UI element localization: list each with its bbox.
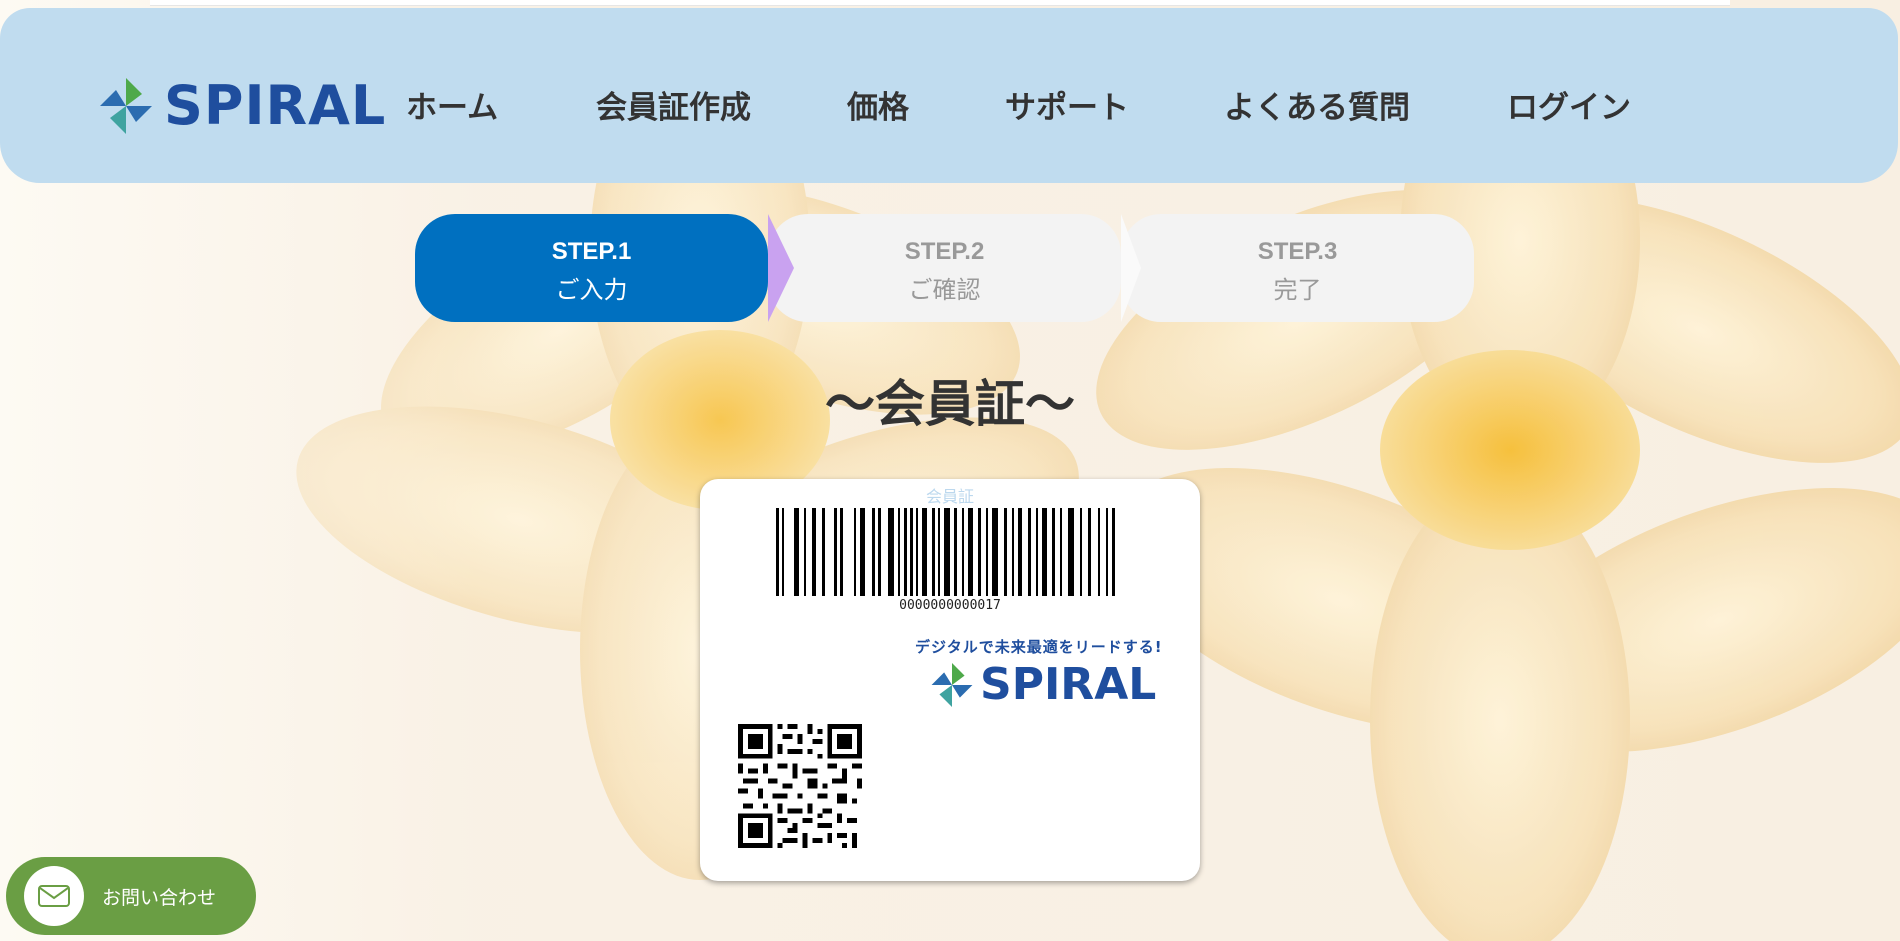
step-3-label: STEP.3 [1257,238,1338,265]
step-arrow-2 [1121,214,1141,322]
site-header: SPIRAL ホーム 会員証作成 価格 サポート よくある質問 ログイン [0,8,1898,183]
barcode [776,508,1115,596]
page-title: ～会員証～ [825,375,1075,433]
nav-create-card[interactable]: 会員証作成 [596,82,751,127]
step-2-label: STEP.2 [904,238,985,265]
step-1: STEP.1 ご入力 [415,214,768,322]
card-tagline: デジタルで未来最適をリードする! [915,638,1163,656]
contact-label: お問い合わせ [102,886,217,909]
nav-pricing[interactable]: 価格 [847,82,909,127]
step-arrow-1 [768,214,794,322]
card-logo: SPIRAL [930,661,1156,709]
nav-login[interactable]: ログイン [1507,82,1631,127]
contact-button[interactable]: お問い合わせ [6,857,256,935]
contact-icon-circle [24,866,84,926]
card-logo-text: SPIRAL [980,659,1157,710]
step-3: STEP.3 完了 [1121,214,1474,322]
step-2: STEP.2 ご確認 [768,214,1121,322]
spiral-logo-icon [931,663,973,707]
nav-faq[interactable]: よくある質問 [1224,82,1410,127]
main-nav: ホーム 会員証作成 価格 サポート よくある質問 ログイン [0,82,1900,132]
top-border [150,0,1730,6]
membership-card: 会員証 0000000000017 デジタルで未来最適をリードする! SPIRA… [700,479,1200,881]
step-1-label: STEP.1 [551,238,632,265]
barcode-number: 0000000000017 [899,598,1001,613]
step-1-sub: ご入力 [555,277,628,304]
nav-home[interactable]: ホーム [406,82,498,127]
qr-code [738,724,862,848]
nav-support[interactable]: サポート [1005,82,1129,127]
step-indicator: STEP.1 ご入力 STEP.2 ご確認 STEP.3 完了 [415,214,1475,322]
mail-icon [38,885,70,907]
step-2-sub: ご確認 [908,277,981,304]
step-3-sub: 完了 [1273,277,1322,304]
card-label: 会員証 [925,487,974,506]
